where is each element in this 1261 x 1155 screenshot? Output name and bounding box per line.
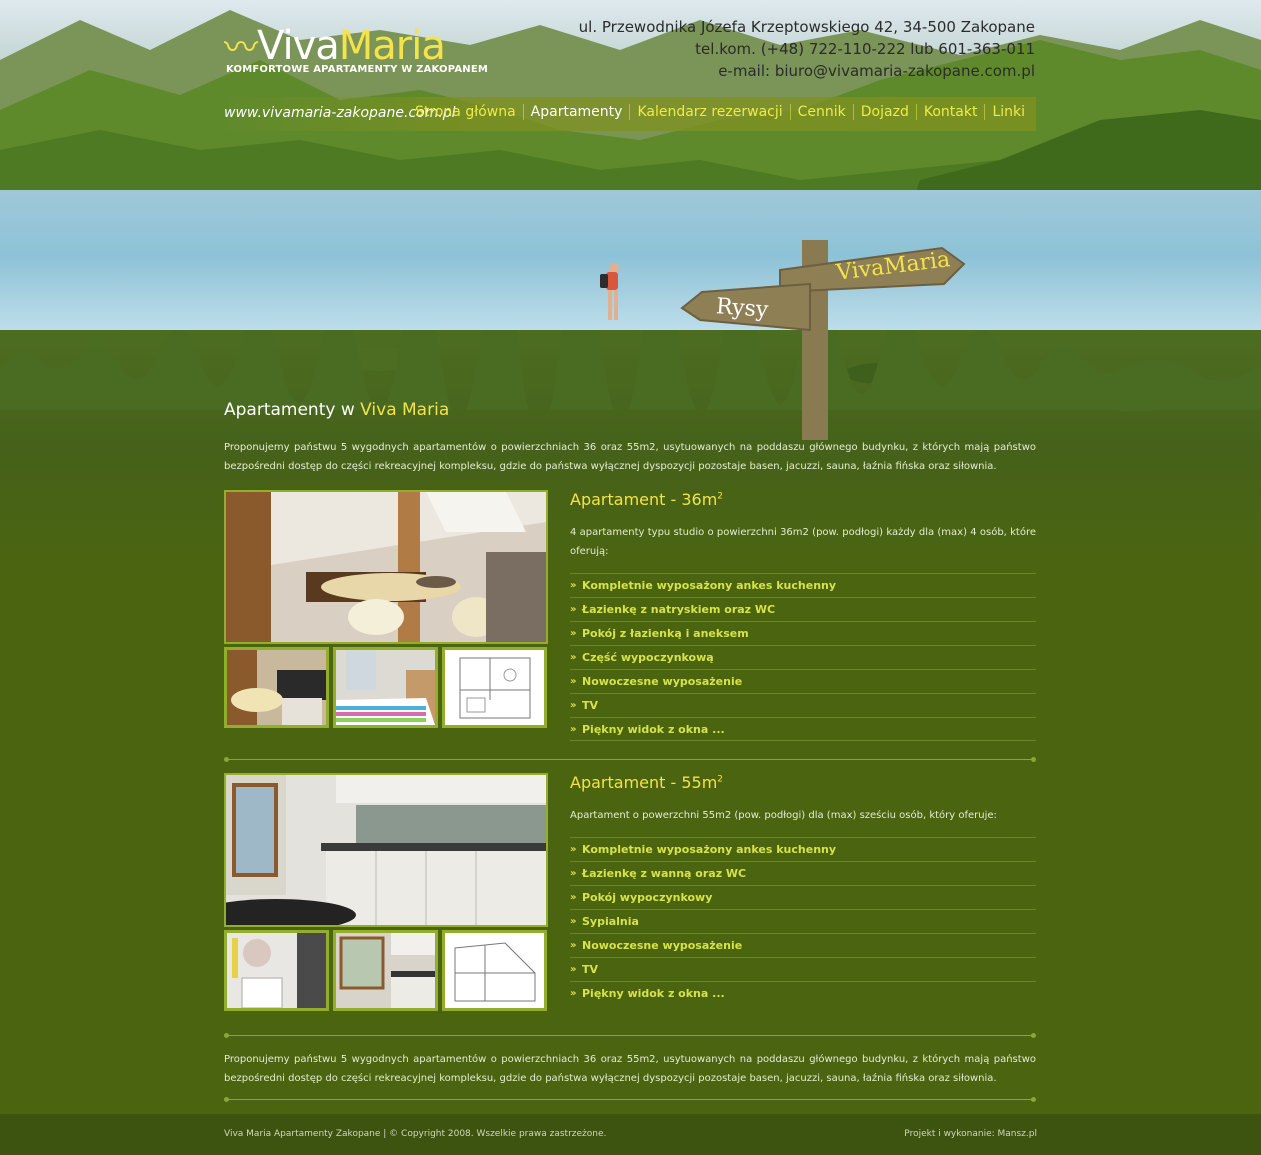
- apartment-55-description: Apartament o powerzchni 55m2 (pow. podło…: [570, 810, 997, 821]
- nav-item-directions[interactable]: Dojazd: [852, 104, 916, 120]
- main-nav: Strona główna Apartamenty Kalendarz reze…: [408, 104, 1032, 120]
- apartment-55-details: Apartament - 55m2 Apartament o powerzchn…: [570, 773, 1036, 1006]
- feature-item: Pokój z łazienką i aneksem: [570, 621, 1036, 646]
- footer-credits[interactable]: Projekt i wykonanie: Mansz.pl: [904, 1129, 1037, 1139]
- nav-bar: www.vivamaria-zakopane.com.pl Strona głó…: [224, 97, 1036, 131]
- apartment-55-thumb-window[interactable]: [333, 930, 438, 1011]
- intro-section: Apartamenty w Viva Maria Proponujemy pań…: [224, 400, 1036, 476]
- outro-text: Proponujemy państwu 5 wygodnych apartame…: [224, 1054, 1036, 1084]
- apartment-36-description: 4 apartamenty typu studio o powierzchni …: [570, 527, 1036, 557]
- logo-viva: Viva: [257, 23, 340, 69]
- site-logo[interactable]: 〰VivaMaria: [224, 20, 446, 69]
- feature-item: Łazienkę z natryskiem oraz WC: [570, 597, 1036, 622]
- section-divider: [224, 757, 1036, 763]
- feature-item: Sypialnia: [570, 909, 1036, 934]
- email-link[interactable]: biuro@vivamaria-zakopane.com.pl: [775, 62, 1035, 80]
- apartment-36-title: Apartament - 36m2: [570, 490, 724, 509]
- nav-item-links[interactable]: Linki: [984, 104, 1032, 120]
- page-title-prefix: Apartamenty w: [224, 400, 361, 420]
- feature-item: TV: [570, 957, 1036, 982]
- email-line: e-mail: biuro@vivamaria-zakopane.com.pl: [579, 60, 1035, 82]
- contact-info: ul. Przewodnika Józefa Krzeptowskiego 42…: [579, 16, 1035, 82]
- page-title-highlight: Viva Maria: [360, 400, 450, 420]
- nav-item-apartments[interactable]: Apartamenty: [522, 104, 630, 120]
- section-divider: [224, 1097, 1036, 1103]
- apartment-36-photos: [224, 490, 548, 728]
- apartment-55-features: Kompletnie wyposażony ankes kuchenny Łaz…: [570, 837, 1036, 1006]
- footer-copyright: Viva Maria Apartamenty Zakopane | © Copy…: [224, 1129, 607, 1139]
- feature-item: Nowoczesne wyposażenie: [570, 669, 1036, 694]
- phone: tel.kom. (+48) 722-110-222 lub 601-363-0…: [695, 40, 1035, 58]
- feature-item: Łazienkę z wanną oraz WC: [570, 861, 1036, 886]
- feature-item: TV: [570, 693, 1036, 718]
- apartment-55-main-photo[interactable]: [224, 773, 548, 927]
- apartment-55-thumbs: [224, 930, 548, 1011]
- apartment-55-thumb-floorplan[interactable]: [442, 930, 547, 1011]
- nav-item-contact[interactable]: Kontakt: [915, 104, 985, 120]
- feature-item: Pokój wypoczynkowy: [570, 885, 1036, 910]
- hiker-figure: [600, 263, 619, 320]
- apartment-55-photos: [224, 773, 548, 1011]
- apartment-36-thumbs: [224, 647, 548, 728]
- nav-item-pricing[interactable]: Cennik: [789, 104, 853, 120]
- apartment-55-title: Apartament - 55m2: [570, 773, 724, 792]
- apartment-36-main-photo[interactable]: [224, 490, 548, 644]
- feature-item: Piękny widok z okna ...: [570, 717, 1036, 742]
- feature-item: Kompletnie wyposażony ankes kuchenny: [570, 573, 1036, 598]
- apartment-36-thumb-kitchen[interactable]: [224, 647, 329, 728]
- sign-rysy: Rysy: [715, 294, 770, 323]
- nav-item-calendar[interactable]: Kalendarz rezerwacji: [629, 104, 789, 120]
- nav-item-home[interactable]: Strona główna: [408, 104, 523, 120]
- apartment-55-thumb-bathroom[interactable]: [224, 930, 329, 1011]
- section-divider: [224, 1033, 1036, 1039]
- email-label: e-mail:: [718, 62, 771, 80]
- intro-text: Proponujemy państwu 5 wygodnych apartame…: [224, 442, 1036, 472]
- tagline: KOMFORTOWE APARTAMENTY W ZAKOPANEM: [226, 64, 489, 75]
- feature-item: Piękny widok z okna ...: [570, 981, 1036, 1006]
- feature-item: Część wypoczynkową: [570, 645, 1036, 670]
- page-title: Apartamenty w Viva Maria: [224, 400, 1036, 420]
- apartment-36-thumb-bedroom[interactable]: [333, 647, 438, 728]
- feature-item: Kompletnie wyposażony ankes kuchenny: [570, 837, 1036, 862]
- address: ul. Przewodnika Józefa Krzeptowskiego 42…: [578, 18, 1035, 36]
- apartment-36-features: Kompletnie wyposażony ankes kuchenny Łaz…: [570, 573, 1036, 742]
- logo-mark-icon: 〰: [224, 28, 258, 68]
- apartment-36-thumb-floorplan[interactable]: [442, 647, 547, 728]
- feature-item: Nowoczesne wyposażenie: [570, 933, 1036, 958]
- logo-maria: Maria: [338, 23, 446, 69]
- apartment-36-details: Apartament - 36m2 4 apartamenty typu stu…: [570, 490, 1036, 742]
- footer: Viva Maria Apartamenty Zakopane | © Copy…: [0, 1114, 1261, 1155]
